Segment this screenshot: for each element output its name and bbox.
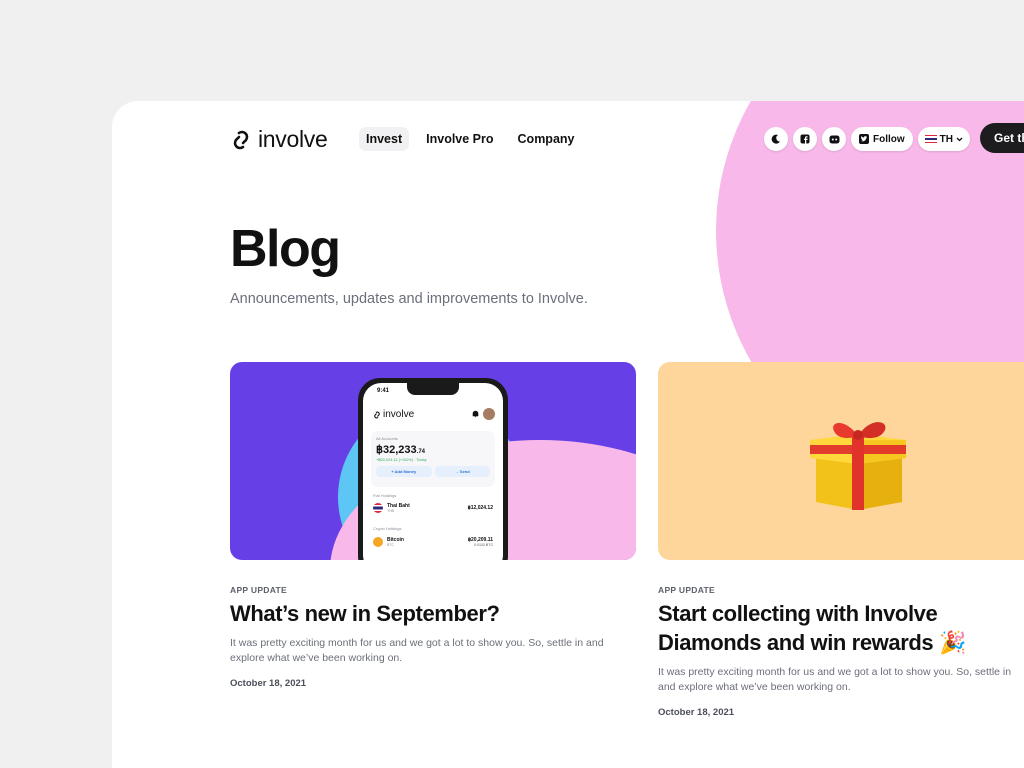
send-button: → Send [434, 466, 490, 477]
phone-logo-text: involve [383, 409, 415, 420]
holding-row: Bitcoin BTC ฿20,209.11 0.0132 BTC [373, 537, 493, 547]
blog-card[interactable]: APP UPDATE Start collecting with Involve… [658, 362, 1024, 718]
bell-icon [472, 410, 479, 418]
holding-code: BTC [387, 543, 394, 547]
phone-screen: 9:41 involve All Accounts ฿32,233.74 +฿2… [363, 383, 503, 560]
holding-row: Thai Baht THB ฿12,024.12 [373, 503, 493, 513]
link-logo-icon [233, 130, 249, 149]
twitter-follow-button[interactable]: Follow [851, 127, 913, 151]
facebook-button[interactable] [793, 127, 817, 151]
theme-toggle-button[interactable] [764, 127, 788, 151]
discord-icon [829, 135, 839, 143]
blog-card[interactable]: 9:41 involve All Accounts ฿32,233.74 +฿2… [230, 362, 636, 689]
holding-amount: ฿12,024.12 [467, 505, 493, 511]
main-nav: Invest Involve Pro Company [359, 127, 581, 151]
thai-flag-icon [373, 503, 383, 513]
gift-icon [810, 422, 906, 510]
nav-invest[interactable]: Invest [359, 127, 410, 151]
card-title[interactable]: What’s new in September? [230, 599, 636, 628]
balance-main: ฿32,233 [376, 444, 417, 456]
link-logo-icon [374, 411, 380, 418]
card-image: 9:41 involve All Accounts ฿32,233.74 +฿2… [230, 362, 636, 560]
card-category: APP UPDATE [230, 585, 288, 595]
page-container: involve Invest Involve Pro Company Follo… [112, 101, 1024, 768]
moon-icon [771, 134, 780, 144]
fiat-label: Fiat Holdings [373, 493, 397, 498]
page-subtitle: Announcements, updates and improvements … [230, 291, 588, 307]
get-started-button[interactable]: Get th [980, 123, 1024, 153]
page-title: Blog [230, 220, 341, 278]
balance-decimal: .74 [416, 449, 425, 455]
balance-card: All Accounts ฿32,233.74 +฿20,024.12 (+10… [371, 431, 495, 487]
balance: ฿32,233.74 [376, 443, 490, 456]
phone-mockup: 9:41 involve All Accounts ฿32,233.74 +฿2… [358, 378, 508, 560]
language-selector[interactable]: TH [917, 127, 971, 151]
bitcoin-icon [373, 537, 383, 547]
logo[interactable]: involve [230, 126, 328, 153]
phone-notch [407, 383, 459, 395]
header-actions: Follow TH [764, 127, 971, 151]
holding-info: Thai Baht THB [387, 503, 410, 513]
holding-code: THB [387, 509, 394, 513]
chevron-down-icon [956, 137, 963, 141]
card-description: It was pretty exciting month for us and … [230, 637, 604, 664]
facebook-icon [800, 134, 810, 144]
avatar [483, 408, 495, 420]
follow-label: Follow [873, 133, 905, 145]
twitter-icon [859, 134, 869, 144]
phone-actions: + Add Money → Send [376, 466, 490, 477]
logo-text: involve [258, 126, 328, 152]
holding-info: Bitcoin BTC [387, 537, 404, 547]
phone-logo: involve [373, 409, 414, 420]
thai-flag-icon [924, 135, 937, 143]
crypto-label: Crypto Holdings [373, 526, 402, 531]
phone-time: 9:41 [377, 388, 390, 394]
card-image [658, 362, 1024, 560]
nav-company[interactable]: Company [511, 127, 582, 151]
nav-involve-pro[interactable]: Involve Pro [419, 127, 500, 151]
accounts-label: All Accounts [376, 436, 398, 441]
discord-button[interactable] [822, 127, 846, 151]
card-date: October 18, 2021 [230, 678, 307, 689]
holding-amount-sub: 0.0132 BTC [474, 543, 493, 547]
balance-change: +฿20,024.12 (+100%) · Today [376, 458, 427, 462]
holding-amount: ฿20,209.11 0.0132 BTC [468, 537, 493, 547]
add-money-button: + Add Money [376, 466, 432, 477]
language-label: TH [939, 133, 954, 145]
card-description: It was pretty exciting month for us and … [658, 666, 1012, 693]
card-title[interactable]: Start collecting with Involve Diamonds a… [658, 599, 988, 657]
card-date: October 18, 2021 [658, 707, 735, 718]
card-category: APP UPDATE [658, 585, 716, 595]
